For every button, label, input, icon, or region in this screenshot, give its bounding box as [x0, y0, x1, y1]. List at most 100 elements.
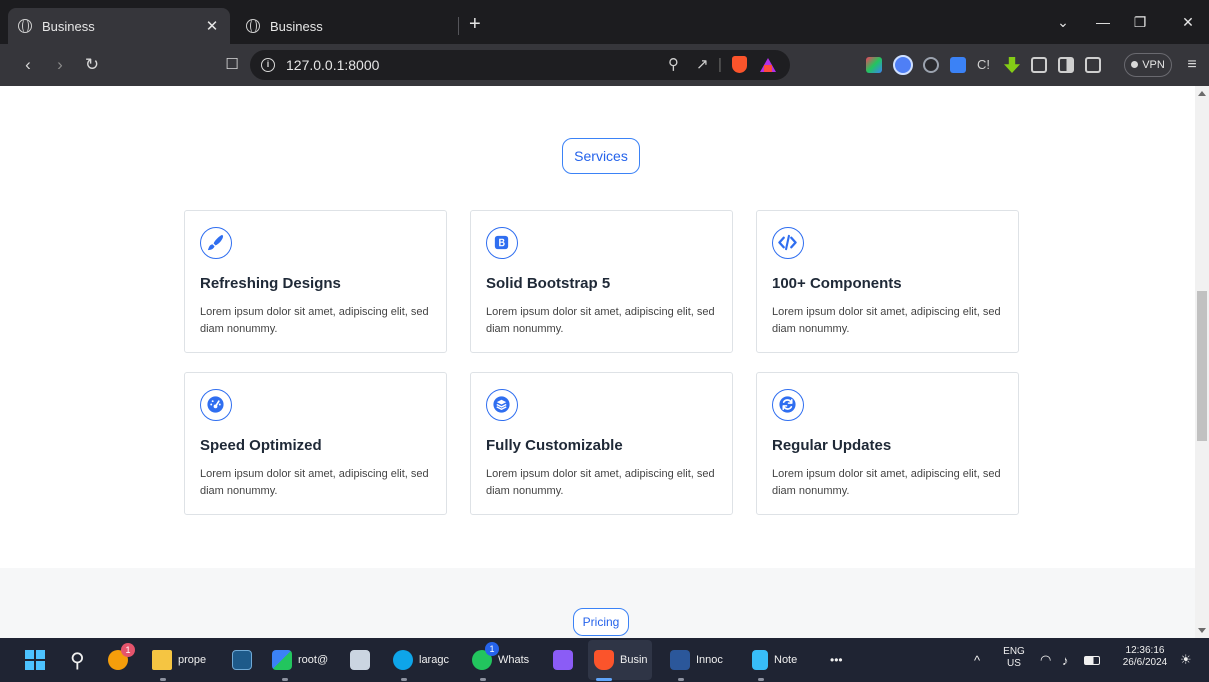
taskbar-app-visual-studio[interactable] [553, 647, 579, 673]
card-title: Fully Customizable [486, 437, 623, 454]
pricing-badge: Pricing [573, 608, 629, 636]
extension-code-icon[interactable]: C! [977, 57, 993, 73]
app-icon [350, 650, 370, 670]
taskbar-app-label: laragc [419, 654, 449, 666]
site-info-icon[interactable]: i [261, 58, 275, 72]
scroll-thumb[interactable] [1197, 291, 1207, 441]
running-indicator [282, 678, 288, 681]
browser-tab[interactable]: Business [236, 8, 456, 44]
running-indicator [480, 678, 486, 681]
folder-icon [152, 650, 172, 670]
service-card: Refreshing Designs Lorem ipsum dolor sit… [184, 210, 447, 353]
card-title: Speed Optimized [200, 437, 322, 454]
extensions-puzzle-icon[interactable] [1031, 57, 1047, 73]
bootstrap-icon [486, 227, 518, 259]
taskbar-app-connect[interactable] [350, 647, 376, 673]
show-hidden-icons-button[interactable]: ^ [974, 647, 980, 673]
divider: | [718, 56, 722, 73]
extension-translate-icon[interactable] [893, 55, 913, 75]
url-text[interactable]: 127.0.0.1:8000 [286, 57, 379, 73]
battery-shape [1084, 655, 1100, 665]
taskbar-app-notepad[interactable]: Note [752, 647, 797, 673]
taskbar-app-terminal[interactable]: root@ [272, 647, 328, 673]
browser-tab-active[interactable]: Business ✕ [8, 8, 230, 44]
tab-close-icon[interactable]: ✕ [204, 17, 220, 35]
card-title: Refreshing Designs [200, 275, 341, 292]
scroll-down-arrow-icon[interactable] [1198, 628, 1206, 633]
page-scrollbar[interactable] [1195, 86, 1209, 638]
notification-badge: 1 [485, 642, 499, 656]
brave-icon [594, 650, 614, 670]
refresh-icon [772, 389, 804, 421]
card-text: Lorem ipsum dolor sit amet, adipiscing e… [486, 468, 715, 497]
bookmark-icon[interactable]: ☐ [222, 55, 242, 75]
wifi-icon[interactable]: ◠ [1040, 647, 1051, 673]
tab-title: Business [270, 18, 323, 34]
globe-icon [246, 19, 260, 33]
code-icon [772, 227, 804, 259]
back-button[interactable]: ‹ [18, 55, 38, 75]
paintbrush-icon [200, 227, 232, 259]
taskbar-app-brave[interactable]: Busin [594, 647, 648, 673]
new-tab-button[interactable]: + [469, 14, 481, 34]
card-text: Lorem ipsum dolor sit amet, adipiscing e… [486, 306, 715, 335]
visual-studio-icon [553, 650, 573, 670]
tab-search-button[interactable]: ⌄ [1053, 14, 1073, 31]
service-card: Solid Bootstrap 5 Lorem ipsum dolor sit … [470, 210, 733, 353]
extension-download-icon[interactable] [1004, 57, 1020, 73]
taskbar-app-label: Whats [498, 654, 530, 666]
forward-button[interactable]: › [50, 55, 70, 75]
windows-taskbar: ⚲ 1 prope root@ laragc Whats 1 Busin Inn… [0, 638, 1209, 682]
reload-icon[interactable]: ↻ [82, 55, 102, 75]
input-language-indicator[interactable]: ENG US [1002, 646, 1026, 670]
taskbar-app-remote[interactable] [232, 647, 258, 673]
extension-form-icon[interactable] [950, 57, 966, 73]
taskbar-app-whatsapp[interactable]: Whats [472, 647, 529, 673]
active-indicator [596, 678, 612, 681]
service-card: Regular Updates Lorem ipsum dolor sit am… [756, 372, 1019, 515]
card-text: Lorem ipsum dolor sit amet, adipiscing e… [200, 468, 429, 497]
service-card: Fully Customizable Lorem ipsum dolor sit… [470, 372, 733, 515]
running-indicator [160, 678, 166, 681]
address-bar[interactable]: i 127.0.0.1:8000 ⚲ ↗ | [250, 50, 790, 80]
wallet-icon[interactable] [1085, 57, 1101, 73]
taskbar-app-explorer[interactable]: prope [152, 647, 206, 673]
share-icon[interactable]: ↗ [696, 56, 709, 74]
battery-icon[interactable] [1084, 647, 1106, 673]
card-text: Lorem ipsum dolor sit amet, adipiscing e… [772, 306, 1001, 335]
extension-color-icon[interactable] [866, 57, 882, 73]
restore-button[interactable]: ❐ [1130, 14, 1150, 31]
menu-icon[interactable]: ≡ [1182, 55, 1202, 75]
remote-desktop-icon [232, 650, 252, 670]
start-button[interactable] [25, 647, 51, 673]
minimize-button[interactable]: — [1093, 14, 1113, 30]
taskbar-app-laragon[interactable]: laragc [393, 647, 449, 673]
card-text: Lorem ipsum dolor sit amet, adipiscing e… [200, 306, 429, 335]
card-text: Lorem ipsum dolor sit amet, adipiscing e… [772, 468, 1001, 497]
taskbar-overflow-button[interactable]: ••• [830, 647, 843, 673]
taskbar-app-word[interactable]: Innoc [670, 647, 723, 673]
scroll-up-arrow-icon[interactable] [1198, 91, 1206, 96]
globe-icon [18, 19, 32, 33]
language-label: ENG [1003, 646, 1025, 657]
network-icon [272, 650, 292, 670]
brave-shields-icon[interactable] [732, 56, 747, 73]
vpn-button[interactable]: VPN [1124, 53, 1172, 77]
search-icon[interactable]: ⚲ [70, 647, 85, 673]
extension-c-icon[interactable] [923, 57, 939, 73]
speedometer-icon [200, 389, 232, 421]
browser-tab-bar: Business ✕ Business + ⌄ — ❐ ✕ [0, 0, 1209, 44]
taskbar-app-label: Busin [620, 654, 648, 666]
close-window-button[interactable]: ✕ [1178, 14, 1198, 31]
clock[interactable]: 12:36:16 26/6/2024 [1116, 645, 1174, 669]
card-title: Solid Bootstrap 5 [486, 275, 611, 292]
brave-rewards-icon[interactable] [760, 58, 776, 72]
region-label: US [1007, 658, 1021, 669]
browser-toolbar: ‹ › ↻ ☐ i 127.0.0.1:8000 ⚲ ↗ | C! VPN ≡ [0, 44, 1209, 86]
running-indicator [401, 678, 407, 681]
sidebar-icon[interactable] [1058, 57, 1074, 73]
taskbar-app-label: root@ [298, 654, 329, 666]
notifications-bell-icon[interactable]: ☀ [1180, 647, 1192, 673]
zoom-icon[interactable]: ⚲ [668, 56, 679, 74]
volume-icon[interactable]: ♪ [1062, 647, 1069, 673]
